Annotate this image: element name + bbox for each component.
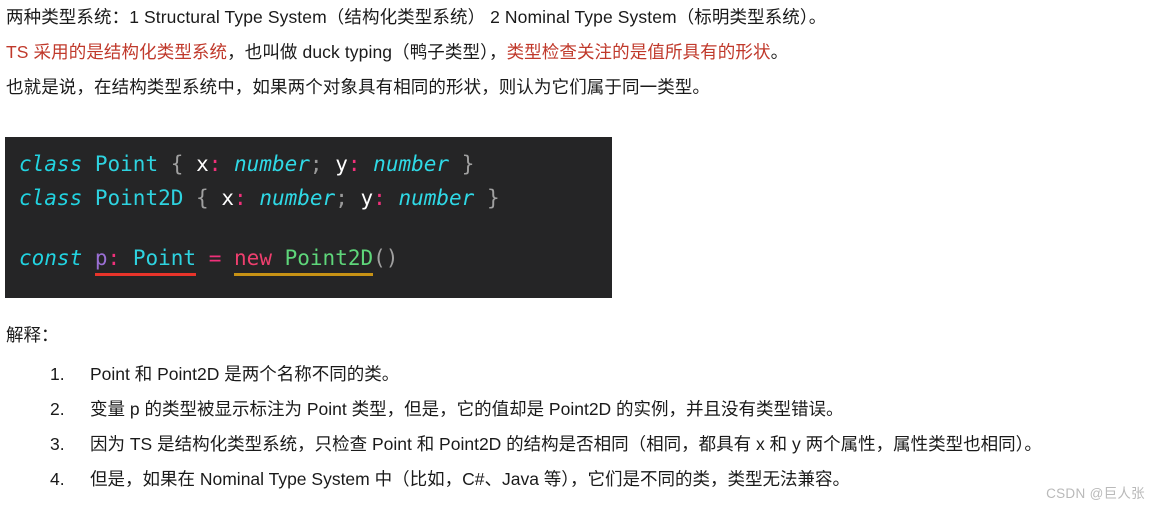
close-brace: }: [461, 152, 475, 176]
type-number-1: number: [234, 152, 310, 176]
explanation-list: 1. Point 和 Point2D 是两个名称不同的类。 2. 变量 p 的类…: [6, 357, 1151, 497]
colon: :: [107, 246, 121, 270]
code-line-3: const p: Point = new Point2D(): [19, 241, 612, 276]
list-item-text: Point 和 Point2D 是两个名称不同的类。: [90, 364, 400, 384]
intro-line-1: 两种类型系统：1 Structural Type System（结构化类型系统）…: [6, 7, 827, 27]
semicolon: ;: [309, 152, 323, 176]
code-line-2: class Point2D { x: number; y: number }: [19, 181, 612, 215]
class-name-point: Point: [94, 152, 159, 176]
intro-paragraphs: 两种类型系统：1 Structural Type System（结构化类型系统）…: [6, 0, 1151, 105]
explanation-label: 解释：: [6, 325, 59, 345]
intro-line-2: TS 采用的是结构化类型系统，也叫做 duck typing（鸭子类型），类型检…: [6, 35, 1151, 70]
code-block: class Point { x: number; y: number } cla…: [5, 137, 612, 298]
class-name-point2d: Point2D: [94, 186, 184, 210]
class-ref-point2d: Point2D: [284, 246, 374, 270]
error-highlight-declaration: p: Point: [94, 246, 197, 276]
property-x: x: [221, 186, 235, 210]
warning-highlight-instantiation: new Point2D: [234, 246, 374, 276]
colon-1: :: [234, 186, 247, 210]
open-brace: {: [170, 152, 184, 176]
property-y: y: [335, 152, 348, 176]
list-item: 4. 但是，如果在 Nominal Type System 中（比如，C#、Ja…: [6, 462, 1151, 497]
type-number-1: number: [259, 186, 336, 210]
list-item-text: 变量 p 的类型被显示标注为 Point 类型，但是，它的值却是 Point2D…: [90, 399, 844, 419]
property-x: x: [196, 152, 209, 176]
call-parens: (): [373, 246, 399, 270]
intro-line-3: 也就是说，在结构类型系统中，如果两个对象具有相同的形状，则认为它们属于同一类型。: [6, 77, 710, 97]
list-item-number: 1.: [50, 364, 65, 384]
keyword-new: new: [234, 246, 272, 270]
article-page: 两种类型系统：1 Structural Type System（结构化类型系统）…: [0, 0, 1157, 508]
intro-line-2-highlight-b: 类型检查关注的是值所具有的形状: [506, 42, 771, 62]
list-item: 3. 因为 TS 是结构化类型系统，只检查 Point 和 Point2D 的结…: [6, 427, 1151, 462]
list-item-number: 2.: [50, 399, 65, 419]
close-brace: }: [486, 186, 500, 210]
type-number-2: number: [373, 152, 450, 176]
list-item: 1. Point 和 Point2D 是两个名称不同的类。: [6, 357, 1151, 392]
colon-1: :: [208, 152, 222, 176]
list-item-text: 但是，如果在 Nominal Type System 中（比如，C#、Java …: [90, 469, 851, 489]
property-y: y: [360, 186, 374, 210]
intro-line-2-end: 。: [770, 42, 789, 62]
type-annotation-point: Point: [132, 246, 197, 270]
list-item: 2. 变量 p 的类型被显示标注为 Point 类型，但是，它的值却是 Poin…: [6, 392, 1151, 427]
intro-line-2-middle: ，也叫做 duck typing（鸭子类型），: [227, 42, 507, 62]
list-item-number: 4.: [50, 469, 65, 489]
list-item-number: 3.: [50, 434, 65, 454]
intro-line-2-highlight-a: TS 采用的是结构化类型系统: [6, 42, 228, 62]
keyword-const: const: [19, 246, 83, 270]
list-item-text: 因为 TS 是结构化类型系统，只检查 Point 和 Point2D 的结构是否…: [90, 434, 1042, 454]
semicolon: ;: [335, 186, 348, 210]
assignment-operator: =: [208, 246, 222, 270]
csdn-watermark: CSDN @巨人张: [1046, 486, 1145, 501]
open-brace: {: [196, 186, 209, 210]
keyword-class: class: [19, 186, 83, 210]
colon-2: :: [347, 152, 361, 176]
code-line-1: class Point { x: number; y: number }: [19, 147, 612, 181]
type-number-2: number: [398, 186, 475, 210]
keyword-class: class: [19, 152, 83, 176]
colon-2: :: [373, 186, 386, 210]
variable-p: p: [94, 246, 108, 270]
